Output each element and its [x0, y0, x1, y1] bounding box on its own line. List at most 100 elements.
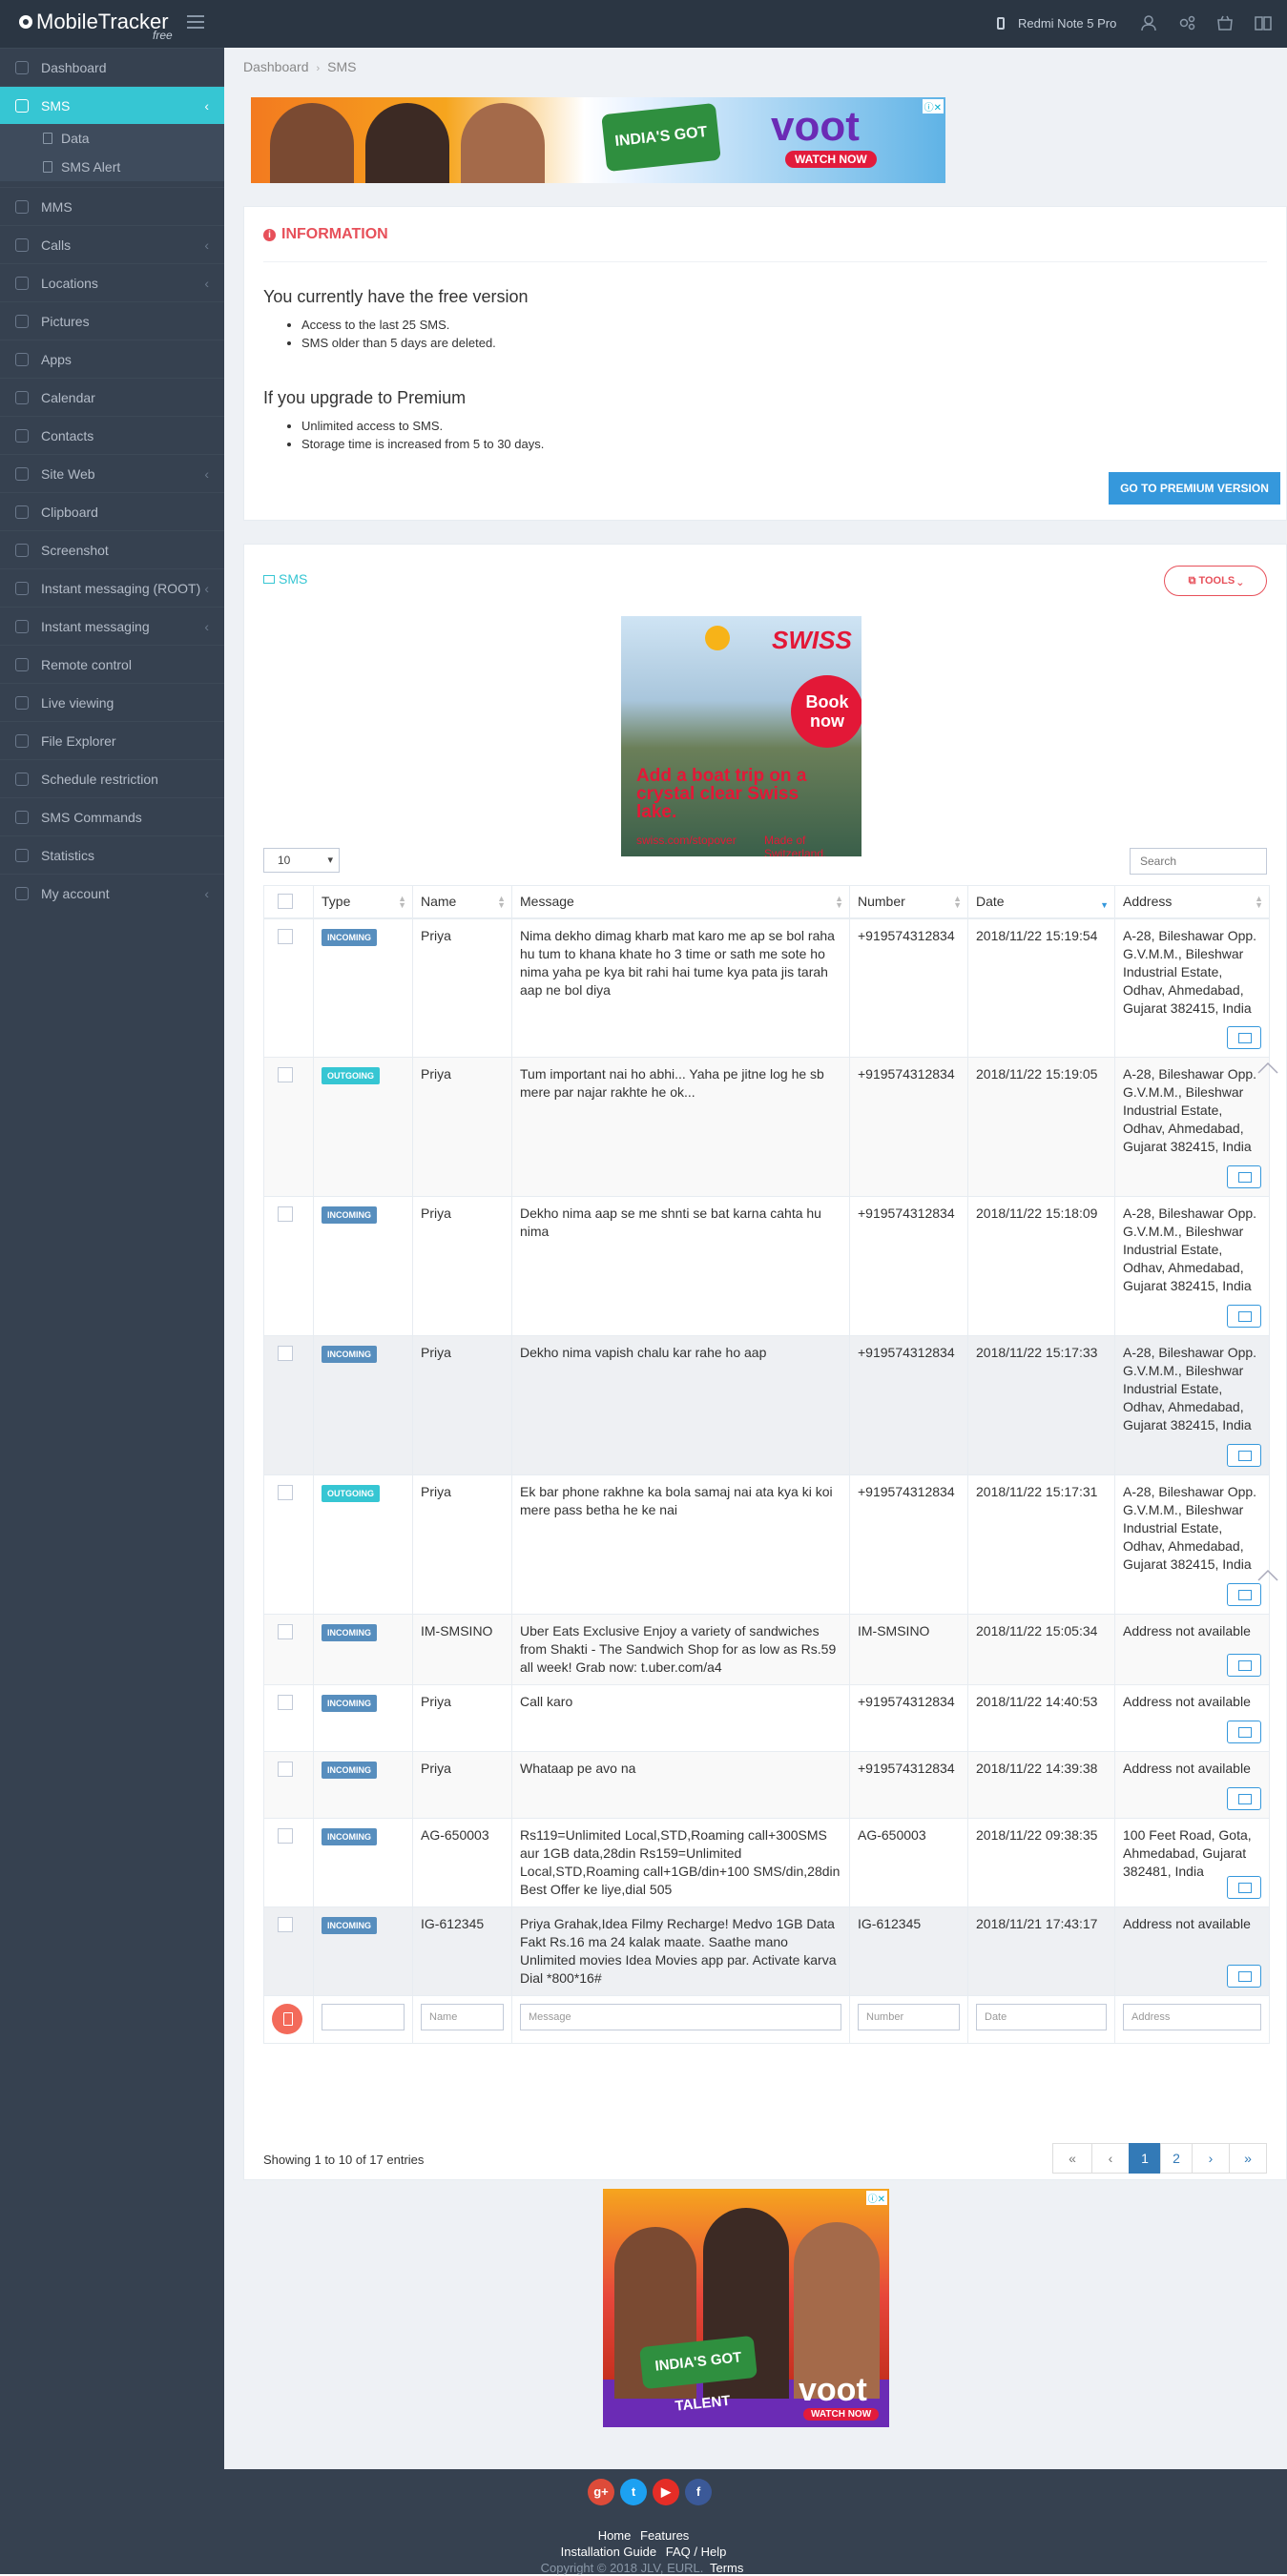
row-checkbox[interactable]	[278, 1828, 293, 1844]
book-icon[interactable]	[1255, 14, 1272, 31]
row-checkbox[interactable]	[278, 1762, 293, 1777]
view-map-button[interactable]	[1227, 1721, 1261, 1743]
sidebar-subitem-data[interactable]: Data	[0, 124, 224, 153]
table-row[interactable]: INCOMING Priya Nima dekho dimag kharb ma…	[263, 917, 1270, 1058]
sidebar-item-instant-messaging-root[interactable]: Instant messaging (ROOT) ‹	[0, 568, 224, 607]
tools-button[interactable]: ⧉ TOOLS ⌄	[1164, 566, 1267, 596]
row-checkbox[interactable]	[278, 1917, 293, 1932]
view-map-button[interactable]	[1227, 1876, 1261, 1899]
table-row[interactable]: INCOMING Priya Call karo +919574312834 2…	[263, 1684, 1270, 1752]
youtube-icon[interactable]: ▶	[653, 2479, 679, 2505]
page-next-button[interactable]: ›	[1192, 2143, 1230, 2174]
sidebar-item-dashboard[interactable]: Dashboard	[0, 48, 224, 86]
view-map-button[interactable]	[1227, 1165, 1261, 1188]
row-checkbox[interactable]	[278, 1695, 293, 1710]
view-map-button[interactable]	[1227, 1444, 1261, 1467]
table-row[interactable]: INCOMING Priya Dekho nima aap se me shnt…	[263, 1196, 1270, 1336]
twitter-icon[interactable]: t	[620, 2479, 647, 2505]
page-first-button[interactable]: «	[1052, 2143, 1092, 2174]
sidebar-item-statistics[interactable]: Statistics	[0, 835, 224, 874]
scroll-top-icon[interactable]	[1256, 1569, 1279, 1582]
table-row[interactable]: INCOMING IG-612345 Priya Grahak,Idea Fil…	[263, 1906, 1270, 1996]
name-filter[interactable]: Name	[421, 2004, 504, 2030]
address-filter[interactable]: Address	[1123, 2004, 1261, 2030]
view-map-button[interactable]	[1227, 1787, 1261, 1810]
select-all-checkbox[interactable]	[278, 894, 293, 910]
row-checkbox[interactable]	[278, 1067, 293, 1082]
view-map-button[interactable]	[1227, 1026, 1261, 1049]
menu-toggle-icon[interactable]	[187, 15, 204, 29]
sidebar-item-contacts[interactable]: Contacts	[0, 416, 224, 454]
message-filter[interactable]: Message	[520, 2004, 841, 2030]
table-row[interactable]: OUTGOING Priya Ek bar phone rakhne ka bo…	[263, 1474, 1270, 1615]
column-header-message[interactable]: Message ▲ ▼	[511, 885, 850, 919]
shop-icon[interactable]	[1216, 14, 1234, 31]
row-checkbox[interactable]	[278, 928, 293, 944]
table-row[interactable]: OUTGOING Priya Tum important nai ho abhi…	[263, 1057, 1270, 1197]
ad-close-icon[interactable]: ⓘ✕	[865, 2191, 887, 2205]
search-input[interactable]	[1130, 848, 1267, 875]
row-checkbox[interactable]	[278, 1485, 293, 1500]
page-last-button[interactable]: »	[1229, 2143, 1267, 2174]
column-header-type[interactable]: Type ▲ ▼	[313, 885, 413, 919]
row-checkbox[interactable]	[278, 1206, 293, 1222]
number-filter[interactable]: Number	[858, 2004, 960, 2030]
sidebar-item-screenshot[interactable]: Screenshot	[0, 530, 224, 568]
page-2-button[interactable]: 2	[1160, 2143, 1193, 2174]
go-premium-button[interactable]: GO TO PREMIUM VERSION	[1109, 472, 1280, 505]
table-row[interactable]: INCOMING AG-650003 Rs119=Unlimited Local…	[263, 1818, 1270, 1907]
view-map-button[interactable]	[1227, 1965, 1261, 1988]
footer-link-home[interactable]: Home	[598, 2528, 632, 2543]
sidebar-item-pictures[interactable]: Pictures	[0, 301, 224, 340]
row-checkbox[interactable]	[278, 1346, 293, 1361]
scroll-top-icon[interactable]	[1256, 1061, 1279, 1075]
table-row[interactable]: INCOMING Priya Dekho nima vapish chalu k…	[263, 1335, 1270, 1475]
table-row[interactable]: INCOMING IM-SMSINO Uber Eats Exclusive E…	[263, 1614, 1270, 1685]
column-header-name[interactable]: Name ▲ ▼	[412, 885, 512, 919]
sidebar-item-site-web[interactable]: Site Web ‹	[0, 454, 224, 492]
column-header-date[interactable]: Date ▼	[967, 885, 1115, 919]
sidebar-subitem-sms-alert[interactable]: SMS Alert	[0, 153, 224, 181]
type-filter[interactable]	[322, 2004, 405, 2030]
delete-button[interactable]	[272, 2004, 302, 2034]
footer-link-terms[interactable]: Terms	[710, 2561, 743, 2575]
view-map-button[interactable]	[1227, 1654, 1261, 1677]
sidebar-item-clipboard[interactable]: Clipboard	[0, 492, 224, 530]
date-filter[interactable]: Date	[976, 2004, 1107, 2030]
breadcrumb-home[interactable]: Dashboard	[243, 59, 309, 74]
page-1-button[interactable]: 1	[1129, 2143, 1161, 2174]
sidebar-item-apps[interactable]: Apps	[0, 340, 224, 378]
swiss-ad[interactable]: SWISS Book now Add a boat trip on a crys…	[621, 616, 861, 856]
google-plus-icon[interactable]: g+	[588, 2479, 614, 2505]
sidebar-item-instant-messaging[interactable]: Instant messaging ‹	[0, 607, 224, 645]
facebook-icon[interactable]: f	[685, 2479, 712, 2505]
user-icon[interactable]	[1140, 14, 1157, 31]
top-banner-ad[interactable]: INDIA'S GOT TALENT voot WATCH NOW ⓘ✕	[251, 97, 945, 183]
sidebar-item-mms[interactable]: MMS	[0, 187, 224, 225]
sidebar-item-file-explorer[interactable]: File Explorer	[0, 721, 224, 759]
sidebar-item-locations[interactable]: Locations ‹	[0, 263, 224, 301]
app-logo[interactable]: MobileTracker free	[19, 10, 173, 42]
row-checkbox[interactable]	[278, 1624, 293, 1639]
page-prev-button[interactable]: ‹	[1091, 2143, 1130, 2174]
table-row[interactable]: INCOMING Priya Whataap pe avo na +919574…	[263, 1751, 1270, 1819]
footer-link-faq[interactable]: FAQ / Help	[666, 2545, 727, 2559]
settings-icon[interactable]	[1178, 14, 1195, 31]
footer-link-features[interactable]: Features	[640, 2528, 689, 2543]
sidebar-item-calls[interactable]: Calls ‹	[0, 225, 224, 263]
sidebar-item-schedule-restriction[interactable]: Schedule restriction	[0, 759, 224, 797]
bottom-ad[interactable]: INDIA'S GOT TALENT voot WATCH NOW ⓘ✕	[603, 2189, 889, 2427]
device-selector[interactable]: Redmi Note 5 Pro	[997, 16, 1116, 31]
sidebar-item-remote-control[interactable]: Remote control	[0, 645, 224, 683]
page-length-select[interactable]: 10	[263, 848, 340, 873]
footer-link-installation-guide[interactable]: Installation Guide	[561, 2545, 656, 2559]
column-header-address[interactable]: Address ▲ ▼	[1114, 885, 1270, 919]
sidebar-item-sms[interactable]: SMS ‹	[0, 86, 224, 124]
sidebar-item-live-viewing[interactable]: Live viewing	[0, 683, 224, 721]
sidebar-item-my-account[interactable]: My account ‹	[0, 874, 224, 912]
ad-close-icon[interactable]: ⓘ✕	[922, 99, 944, 113]
sidebar-item-calendar[interactable]: Calendar	[0, 378, 224, 416]
sidebar-item-sms-commands[interactable]: SMS Commands	[0, 797, 224, 835]
view-map-button[interactable]	[1227, 1305, 1261, 1328]
view-map-button[interactable]	[1227, 1583, 1261, 1606]
